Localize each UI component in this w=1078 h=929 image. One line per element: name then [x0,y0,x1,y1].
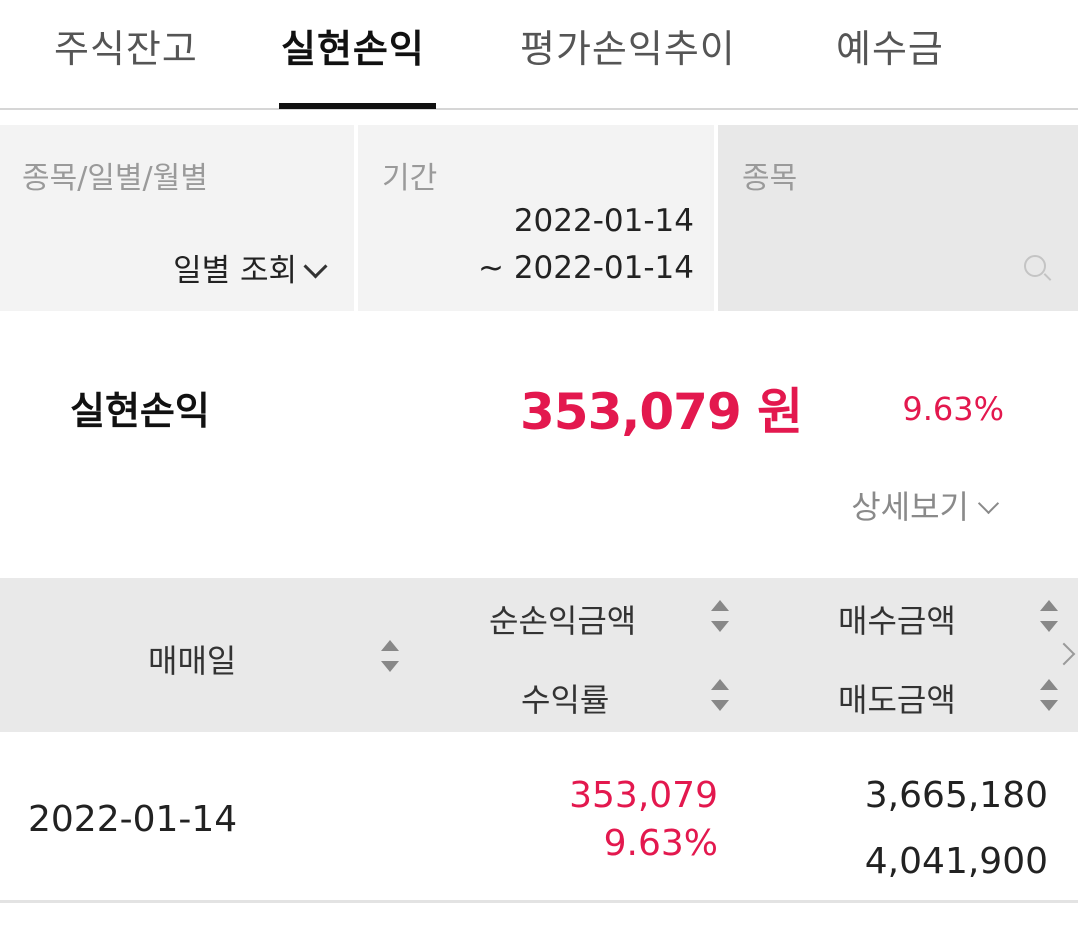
stock-label: 종목 [742,161,798,196]
detail-toggle-label: 상세보기 [851,488,969,526]
search-icon[interactable] [1024,255,1046,277]
chevron-down-icon [303,254,328,279]
sort-icon[interactable] [381,640,399,672]
row-date: 2022-01-14 [28,799,238,840]
sort-icon[interactable] [711,600,729,632]
sort-icon[interactable] [711,679,729,711]
row-buy-amount: 3,665,180 [864,775,1048,816]
table-row[interactable]: 2022-01-14 353,079 9.63% 3,665,180 4,041… [0,733,1078,903]
view-mode-selector[interactable]: 종목/일별/월별 일별 조회 [0,125,354,311]
column-label-buy-amount: 매수금액 [838,602,956,640]
row-return-rate: 9.63% [603,823,718,864]
detail-toggle-button[interactable]: 상세보기 [851,482,1000,528]
tab-stock-balance[interactable]: 주식잔고 [54,18,198,73]
tab-valuation-trend[interactable]: 평가손익추이 [520,18,736,73]
sort-icon[interactable] [1040,679,1058,711]
tab-deposit[interactable]: 예수금 [836,18,944,73]
column-header-return-rate[interactable]: 수익률 [417,657,743,732]
column-header-net-profit[interactable]: 순손익금액 [417,578,743,654]
realized-pnl-label: 실현손익 [70,389,210,433]
period-selector[interactable]: 기간 2022-01-14 ~ 2022-01-14 [358,125,714,311]
period-label: 기간 [382,161,438,196]
column-label-net-profit: 순손익금액 [489,602,637,640]
chevron-down-icon [977,492,1000,515]
column-label-return-rate: 수익률 [521,681,610,719]
period-from-date: 2022-01-14 [513,203,694,239]
table-header: 매매일 순손익금액 수익률 매수금액 매도금액 [0,578,1078,732]
realized-pnl-amount: 353,079 원 [520,383,803,441]
realized-pnl-rate: 9.63% [902,390,1004,428]
column-header-sell-amount[interactable]: 매도금액 [746,657,1078,732]
period-to-date: ~ 2022-01-14 [478,250,694,286]
active-tab-indicator [279,103,436,109]
tab-bar: 주식잔고 실현손익 평가손익추이 예수금 [0,0,1078,110]
column-header-date[interactable]: 매매일 [0,578,414,732]
column-label-date: 매매일 [148,642,237,680]
column-label-sell-amount: 매도금액 [838,681,956,719]
column-header-buy-amount[interactable]: 매수금액 [746,578,1078,654]
sort-icon[interactable] [1040,600,1058,632]
row-net-profit: 353,079 [569,775,718,816]
view-mode-dropdown[interactable]: 일별 조회 [173,245,328,290]
tab-realized-pnl[interactable]: 실현손익 [281,18,425,73]
row-sell-amount: 4,041,900 [864,841,1048,882]
view-mode-value: 일별 조회 [173,253,297,289]
view-mode-label: 종목/일별/월별 [22,161,208,196]
stock-search-field[interactable]: 종목 [718,125,1078,311]
